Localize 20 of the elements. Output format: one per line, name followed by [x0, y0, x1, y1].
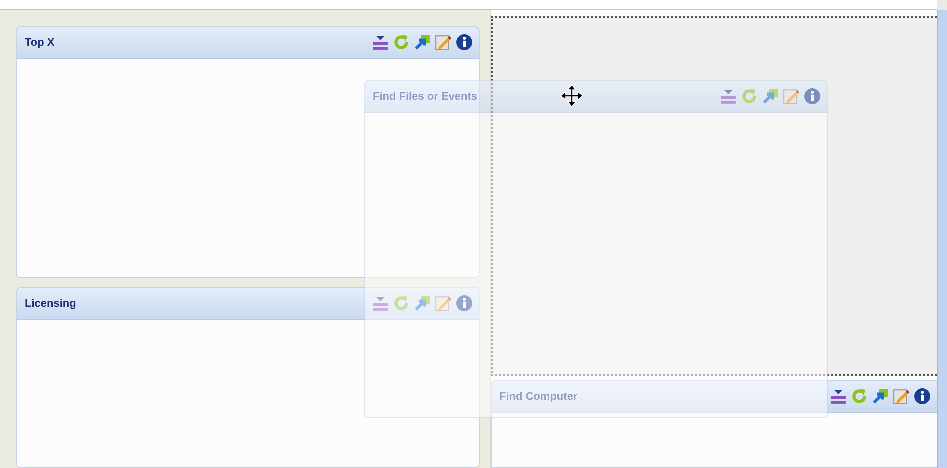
scrollbar[interactable] [937, 10, 947, 468]
pencil-icon[interactable] [434, 34, 452, 51]
panel-title: Top X [25, 36, 55, 48]
refresh-icon[interactable] [392, 295, 410, 312]
pencil-icon[interactable] [434, 295, 452, 312]
info-icon[interactable] [914, 388, 932, 405]
arrow-icon[interactable] [762, 88, 779, 105]
panel-title: Find Computer [500, 390, 578, 402]
collapse-icon[interactable] [830, 388, 848, 405]
collapse-icon[interactable] [372, 34, 388, 51]
info-icon[interactable] [456, 34, 472, 51]
arrow-icon[interactable] [414, 34, 430, 51]
arrow-icon[interactable] [872, 388, 890, 405]
pencil-icon[interactable] [783, 88, 800, 105]
pencil-icon[interactable] [893, 388, 910, 405]
move-icon [560, 84, 584, 108]
refresh-icon[interactable] [741, 88, 758, 105]
arrow-icon[interactable] [414, 295, 430, 312]
panel-title: Find Files or Events [373, 90, 478, 102]
panel-title: Licensing [25, 298, 76, 310]
